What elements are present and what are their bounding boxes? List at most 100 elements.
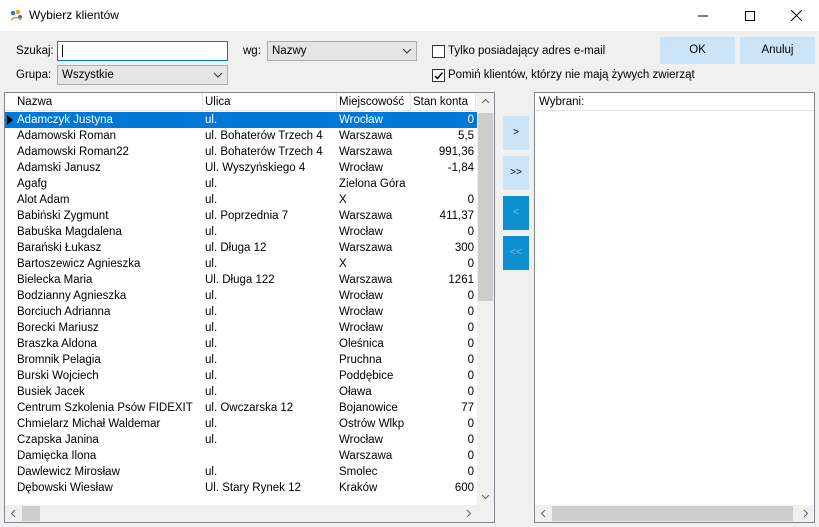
maximize-button[interactable]	[727, 0, 773, 31]
table-row[interactable]: Dębowski Wiesław Ul. Stary Rynek 12 Kraków…	[5, 480, 477, 496]
scroll-up-icon[interactable]	[477, 93, 494, 110]
table-row[interactable]: Bielecka Maria Ul. Długa 122 Warszawa 1261	[5, 272, 477, 288]
table-row[interactable]: Chmielarz Michał Waldemar ul. Ostrów Wlkp…	[5, 416, 477, 432]
cancel-button[interactable]: Anuluj	[740, 37, 815, 64]
horizontal-scrollbar[interactable]	[5, 505, 477, 522]
remove-selected-button[interactable]: <	[503, 196, 529, 230]
vertical-scrollbar[interactable]	[477, 93, 494, 505]
cell-city: Wrocław	[339, 162, 383, 174]
cell-balance: 600	[454, 482, 474, 494]
cell-street: ul.	[205, 434, 218, 446]
add-selected-button[interactable]: >	[503, 116, 529, 150]
cell-name: Adamowski Roman	[17, 130, 117, 142]
cell-city: Oleśnica	[339, 338, 384, 350]
cell-name: Dębowski Wiesław	[17, 482, 113, 494]
scroll-right-icon[interactable]	[460, 505, 477, 522]
cell-street: ul.	[205, 466, 218, 478]
table-row[interactable]: Adamowski Roman22 ul. Bohaterów Trzech 4 W…	[5, 144, 477, 160]
window-title: Wybierz klientów	[29, 8, 119, 22]
vertical-scroll-thumb[interactable]	[478, 113, 493, 301]
table-row[interactable]: Bromnik Pelagia ul. Pruchna 0	[5, 352, 477, 368]
table-row[interactable]: Alot Adam ul. X 0	[5, 192, 477, 208]
chevron-down-icon	[402, 48, 412, 54]
cell-balance: 5,5	[458, 130, 474, 142]
group-label: Grupa:	[16, 69, 52, 81]
selected-list-header: Wybrani:	[535, 93, 814, 111]
client-list[interactable]: Nazwa Ulica Miejscowość Stan konta Adamc…	[4, 92, 495, 523]
table-row[interactable]: Babuśka Magdalena ul. Wrocław 0	[5, 224, 477, 240]
cell-balance: 77	[461, 402, 474, 414]
cell-street: Ul. Wyszyńskiego 4	[205, 162, 306, 174]
cell-balance: 0	[467, 450, 474, 462]
table-row[interactable]: Bartoszewicz Agnieszka ul. X 0	[5, 256, 477, 272]
group-value: Wszystkie	[62, 69, 114, 81]
table-row[interactable]: Damięcka Ilona Warszawa 0	[5, 448, 477, 464]
table-row[interactable]: Braszka Aldona ul. Oleśnica 0	[5, 336, 477, 352]
table-row[interactable]: Adamowski Roman ul. Bohaterów Trzech 4 War…	[5, 128, 477, 144]
cell-name: Borecki Mariusz	[17, 322, 99, 334]
cell-street: ul.	[205, 354, 218, 366]
table-row[interactable]: Adamczyk Justyna ul. Wrocław 0	[5, 112, 477, 128]
table-row[interactable]: Centrum Szkolenia Psów FIDEXIT ul. Owczar…	[5, 400, 477, 416]
cell-balance: -1,84	[447, 162, 474, 174]
table-row[interactable]: Czapska Janina ul. Wrocław 0	[5, 432, 477, 448]
current-row-pointer-icon	[7, 115, 13, 125]
remove-all-button[interactable]: <<	[503, 236, 529, 270]
cell-city: Warszawa	[339, 242, 393, 254]
table-row[interactable]: Adamski Janusz Ul. Wyszyńskiego 4 Wrocław -…	[5, 160, 477, 176]
maximize-icon	[745, 10, 755, 21]
scroll-left-icon[interactable]	[5, 505, 22, 522]
table-row[interactable]: Borciuch Adrianna ul. Wrocław 0	[5, 304, 477, 320]
horizontal-scroll-thumb[interactable]	[22, 506, 40, 521]
cell-street: ul. Bohaterów Trzech 4	[205, 130, 323, 142]
cell-name: Damięcka Ilona	[17, 450, 97, 462]
ok-button[interactable]: OK	[660, 37, 735, 64]
add-all-button[interactable]: >>	[503, 156, 529, 190]
scroll-down-icon[interactable]	[477, 488, 494, 505]
column-header-city[interactable]: Miejscowość	[339, 96, 404, 108]
cell-balance: 0	[467, 354, 474, 366]
table-row[interactable]: Babiński Zygmunt ul. Poprzednia 7 Warszawa…	[5, 208, 477, 224]
cell-street: ul.	[205, 290, 218, 302]
email-only-checkbox[interactable]	[432, 45, 445, 58]
table-row[interactable]: Bodzianny Agnieszka ul. Wrocław 0	[5, 288, 477, 304]
column-header-balance[interactable]: Stan konta	[413, 96, 468, 108]
cell-name: Czapska Janina	[17, 434, 99, 446]
selected-horizontal-scrollbar[interactable]	[535, 505, 814, 522]
selected-clients-list[interactable]: Wybrani:	[534, 92, 815, 523]
title-bar: Wybierz klientów	[0, 0, 819, 31]
cell-city: Warszawa	[339, 146, 393, 158]
table-row[interactable]: Borecki Mariusz ul. Wrocław 0	[5, 320, 477, 336]
cell-balance: 411,37	[439, 210, 474, 222]
group-dropdown[interactable]: Wszystkie	[57, 65, 228, 85]
table-row[interactable]: Burski Wojciech ul. Poddębice 0	[5, 368, 477, 384]
search-input[interactable]	[57, 41, 228, 61]
minimize-button[interactable]	[680, 0, 726, 31]
skip-no-animals-checkbox[interactable]	[432, 69, 445, 82]
cell-city: Warszawa	[339, 210, 393, 222]
cell-city: Warszawa	[339, 274, 393, 286]
cell-city: Wrocław	[339, 434, 383, 446]
table-row[interactable]: Agafg ul. Zielona Góra	[5, 176, 477, 192]
scroll-left-icon[interactable]	[535, 505, 552, 522]
column-header-name[interactable]: Nazwa	[17, 96, 52, 108]
cell-street: ul.	[205, 306, 218, 318]
column-header-street[interactable]: Ulica	[205, 96, 231, 108]
table-row[interactable]: Dawlewicz Mirosław ul. Smolec 0	[5, 464, 477, 480]
cell-street: ul. Poprzednia 7	[205, 210, 289, 222]
scroll-right-icon[interactable]	[797, 505, 814, 522]
search-by-dropdown[interactable]: Nazwy	[267, 41, 417, 61]
cell-street: Ul. Długa 122	[205, 274, 275, 286]
cell-city: Pruchna	[339, 354, 382, 366]
search-by-value: Nazwy	[272, 45, 307, 57]
cell-street: ul.	[205, 322, 218, 334]
table-row[interactable]: Busiek Jacek ul. Oława 0	[5, 384, 477, 400]
cell-city: Wrocław	[339, 306, 383, 318]
cell-name: Bodzianny Agnieszka	[17, 290, 127, 302]
cell-name: Bartoszewicz Agnieszka	[17, 258, 141, 270]
cell-balance: 0	[467, 466, 474, 478]
cell-name: Alot Adam	[17, 194, 70, 206]
selected-horizontal-scroll-thumb[interactable]	[552, 506, 793, 521]
table-row[interactable]: Barański Łukasz ul. Długa 12 Warszawa 300	[5, 240, 477, 256]
close-button[interactable]	[773, 0, 819, 31]
